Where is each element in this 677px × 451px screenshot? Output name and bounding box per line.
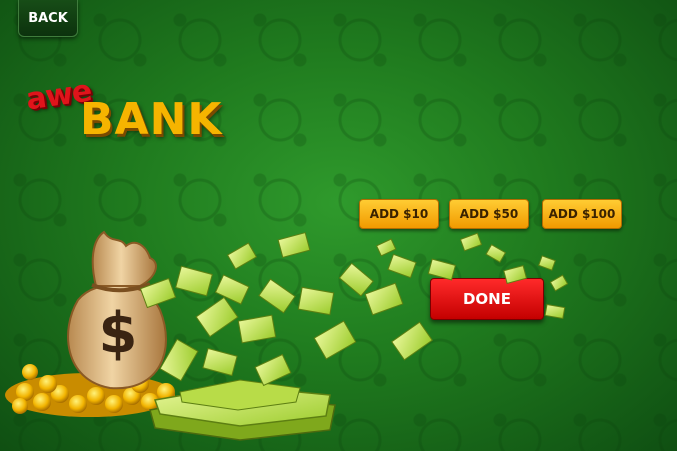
dollar-sign-icon: $ <box>99 301 138 366</box>
money-illustration: $ <box>5 230 569 441</box>
back-button[interactable]: BACK <box>18 0 78 37</box>
cash-stack <box>149 379 336 441</box>
flying-bills <box>139 232 569 387</box>
logo-title: BANK <box>80 94 223 145</box>
money-bag: $ <box>67 230 167 390</box>
awe-bank-logo: awe BANK <box>24 70 224 150</box>
